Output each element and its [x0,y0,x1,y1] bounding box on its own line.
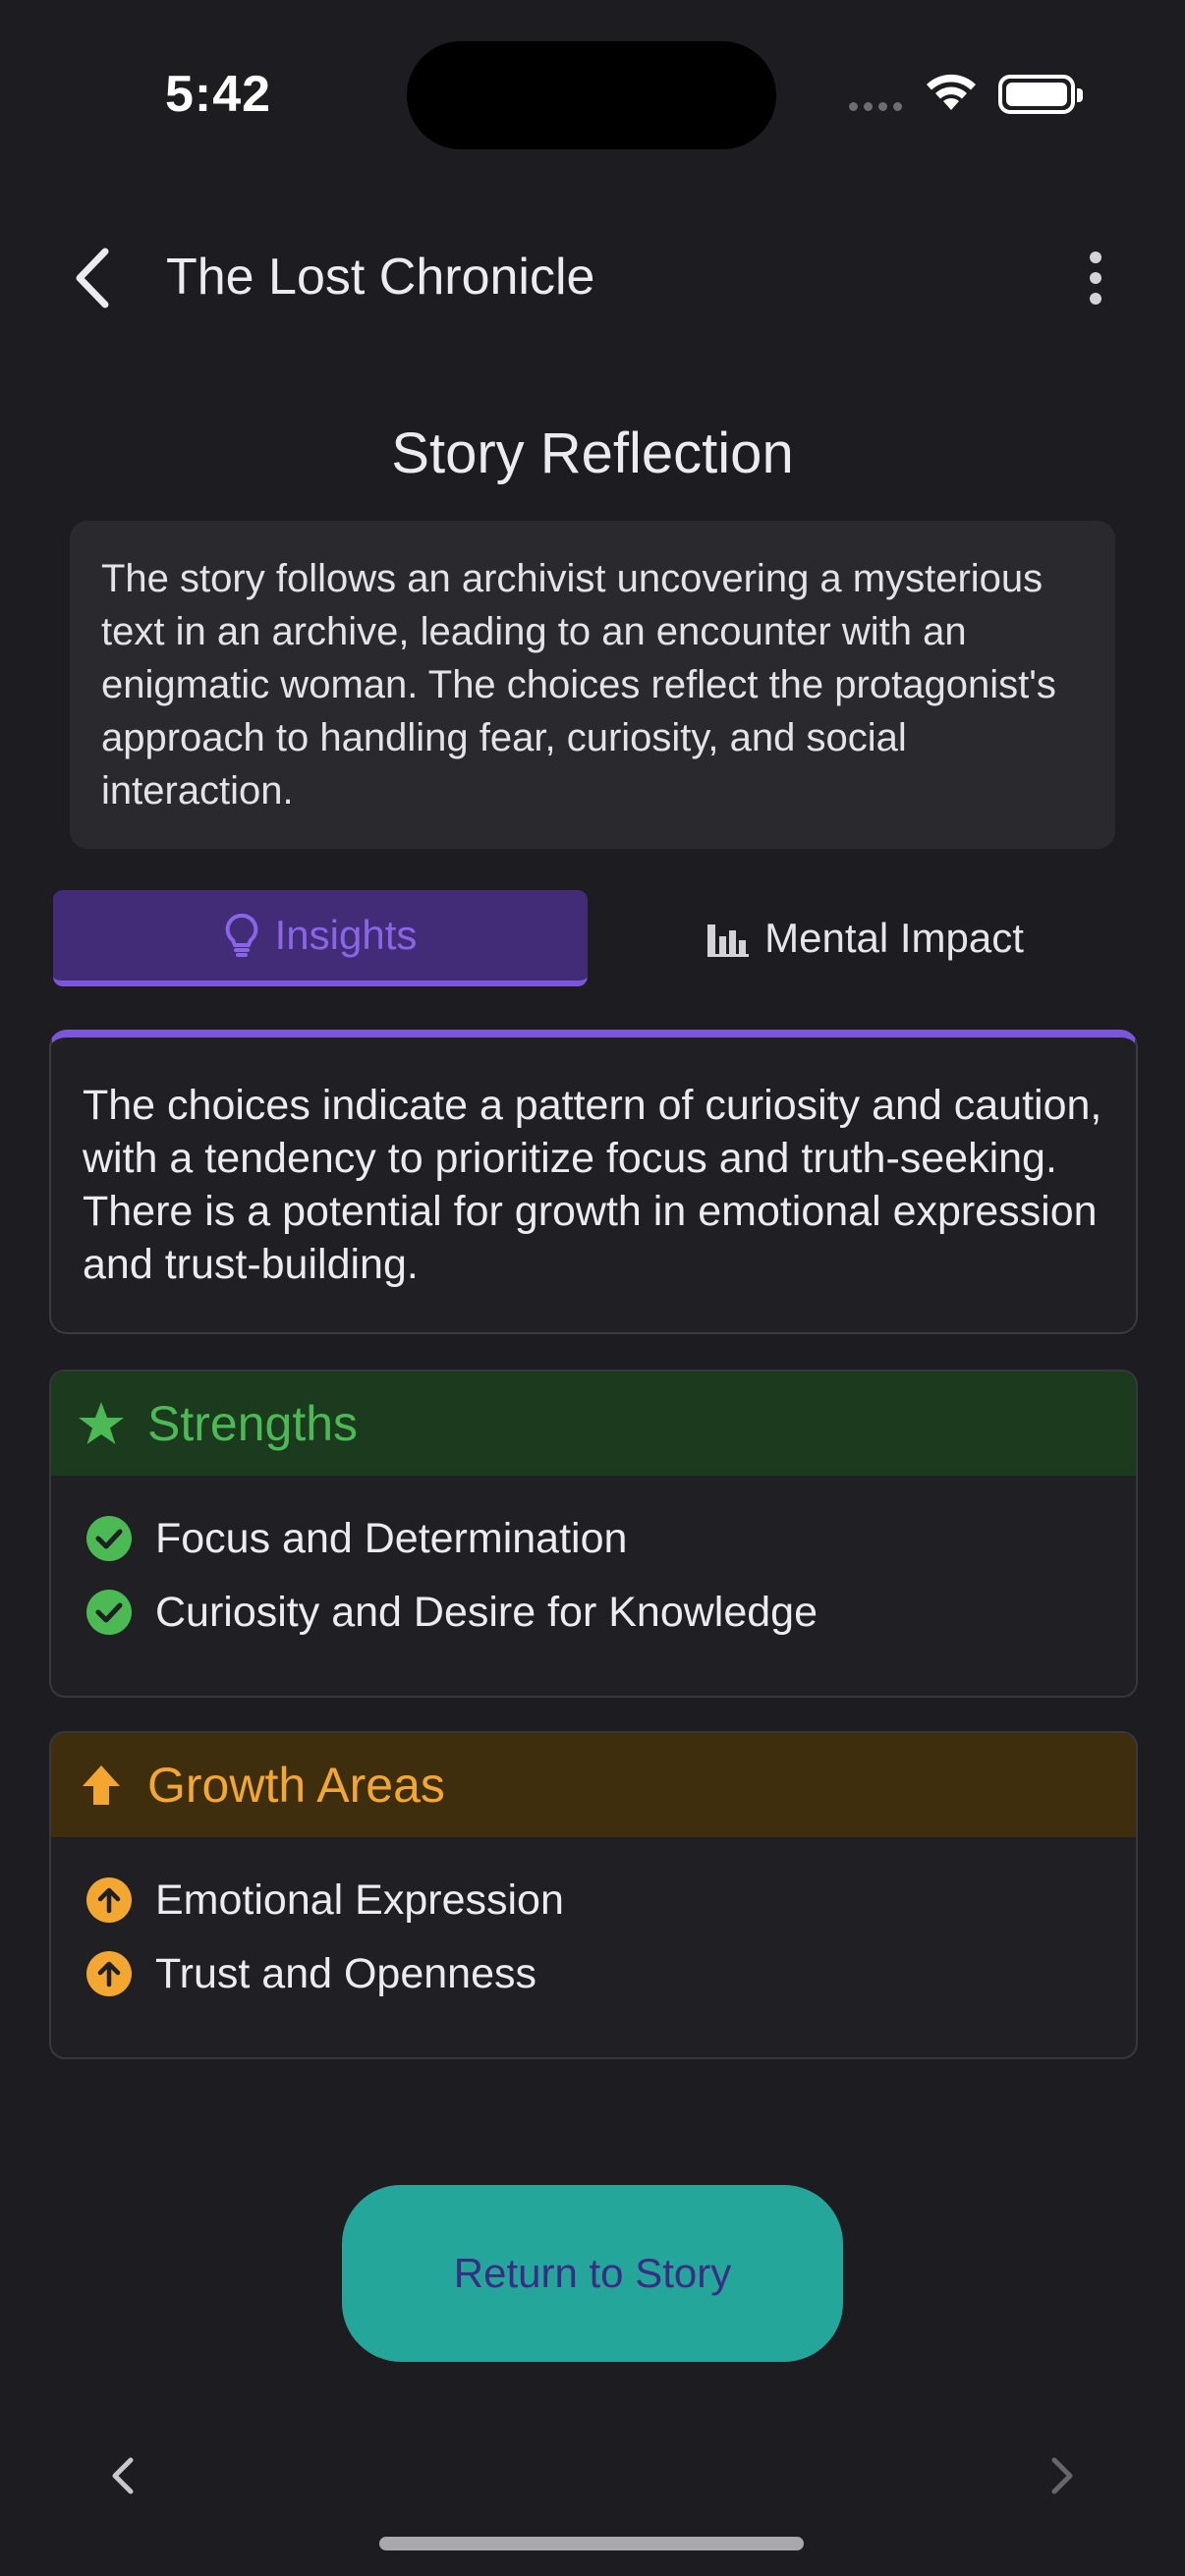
chevron-left-icon [76,248,109,308]
story-summary: The story follows an archivist uncoverin… [70,521,1115,849]
list-item: Trust and Openness [86,1946,1136,2001]
strengths-title: Strengths [147,1396,359,1451]
growth-areas-title: Growth Areas [147,1758,445,1813]
strength-item-label: Curiosity and Desire for Knowledge [155,1588,818,1636]
return-to-story-button[interactable]: Return to Story [342,2185,843,2362]
wifi-icon [927,74,976,110]
arrow-up-circle-icon [86,1877,132,1923]
list-item: Emotional Expression [86,1873,1136,1928]
back-button[interactable] [57,236,126,320]
strengths-header: Strengths [51,1372,1136,1476]
tab-mental-impact-label: Mental Impact [764,915,1024,961]
next-button[interactable] [1038,2446,1087,2505]
strengths-panel: Strengths Focus and Determination Curios… [49,1370,1138,1698]
list-item: Focus and Determination [86,1511,1136,1566]
battery-icon [998,75,1083,114]
growth-item-label: Trust and Openness [155,1949,537,1997]
insight-card: The choices indicate a pattern of curios… [49,1030,1138,1334]
growth-item-label: Emotional Expression [155,1876,564,1924]
arrow-up-circle-icon [86,1951,132,1996]
tab-insights[interactable]: Insights [53,890,588,986]
star-icon [79,1402,124,1444]
dynamic-island [407,41,776,149]
arrow-up-icon [83,1765,120,1805]
more-options-icon[interactable] [1071,246,1120,310]
tab-insights-label: Insights [274,912,418,958]
previous-button[interactable] [98,2446,147,2505]
lightbulb-icon [225,913,257,957]
tab-mental-impact[interactable]: Mental Impact [597,890,1132,986]
check-circle-icon [86,1590,132,1635]
app-title: The Lost Chronicle [166,249,595,306]
list-item: Curiosity and Desire for Knowledge [86,1585,1136,1640]
chevron-left-icon [112,2457,134,2494]
bar-chart-icon [707,924,750,957]
cellular-signal-icon [849,102,902,111]
chevron-right-icon [1051,2457,1073,2494]
check-circle-icon [86,1516,132,1561]
growth-areas-panel: Growth Areas Emotional Expression Trust … [49,1731,1138,2059]
strength-item-label: Focus and Determination [155,1514,628,1562]
status-time: 5:42 [165,66,272,123]
home-indicator [379,2537,804,2550]
page-title: Story Reflection [391,421,794,485]
growth-areas-header: Growth Areas [51,1733,1136,1837]
